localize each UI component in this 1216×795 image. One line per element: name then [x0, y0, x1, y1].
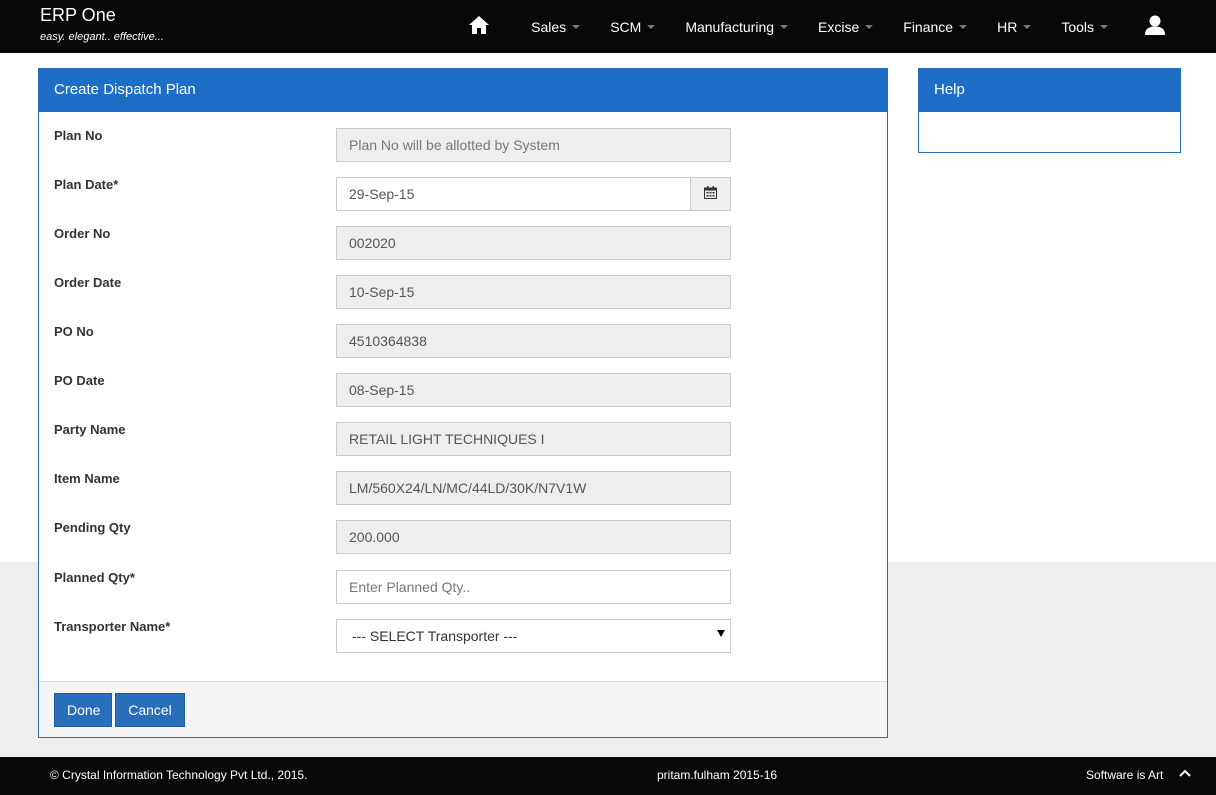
order-no-label: Order No [54, 226, 111, 241]
po-date-label: PO Date [54, 373, 105, 388]
nav-excise[interactable]: Excise [803, 0, 888, 53]
caret-down-icon [647, 24, 656, 29]
caret-down-icon [1100, 24, 1108, 29]
page-footer: © Crystal Information Technology Pvt Ltd… [0, 757, 1216, 795]
nav-tools-label: Tools [1061, 18, 1094, 35]
caret-down-icon [865, 24, 874, 29]
help-panel: Help [918, 68, 1181, 153]
row-pending-qty: Pending Qty [39, 520, 887, 554]
nav-home[interactable] [464, 0, 494, 53]
nav-finance[interactable]: Finance [888, 0, 982, 53]
row-party-name: Party Name [39, 422, 887, 456]
nav-sales-label: Sales [531, 18, 567, 35]
pending-qty-input [336, 520, 731, 554]
planned-qty-input[interactable] [336, 570, 731, 604]
row-order-no: Order No [39, 226, 887, 260]
row-order-date: Order Date [39, 275, 887, 309]
pending-qty-label: Pending Qty [54, 520, 131, 535]
user-icon [1144, 14, 1166, 39]
row-item-name: Item Name [39, 471, 887, 505]
cancel-button[interactable]: Cancel [115, 693, 185, 727]
done-button[interactable]: Done [54, 693, 112, 727]
order-date-label: Order Date [54, 275, 122, 290]
dispatch-plan-panel: Create Dispatch Plan Plan No Plan Date* [38, 68, 888, 738]
po-no-input [336, 324, 731, 358]
footer-slogan: Software is Art [1086, 768, 1164, 782]
nav-manufacturing-label: Manufacturing [685, 18, 775, 35]
po-date-input [336, 373, 731, 407]
panel-footer: Done Cancel [39, 681, 887, 737]
row-po-date: PO Date [39, 373, 887, 407]
calendar-icon [704, 186, 717, 202]
row-plan-date: Plan Date* [39, 177, 887, 211]
plan-no-label: Plan No [54, 128, 103, 143]
top-navbar: ERP One easy. elegant.. effective... Sal… [0, 0, 1216, 53]
plan-no-input [336, 128, 731, 162]
app-tagline: easy. elegant.. effective... [40, 31, 164, 43]
order-date-input [336, 275, 731, 309]
caret-down-icon [1023, 24, 1032, 29]
nav-excise-label: Excise [818, 18, 860, 35]
footer-user: pritam.fulham 2015-16 [657, 768, 778, 782]
nav-hr-label: HR [997, 18, 1018, 35]
footer-copyright: © Crystal Information Technology Pvt Ltd… [50, 768, 308, 782]
order-no-input [336, 226, 731, 260]
caret-down-icon [780, 24, 789, 29]
panel-title: Create Dispatch Plan [39, 69, 887, 112]
party-name-label: Party Name [54, 422, 126, 437]
brand[interactable]: ERP One easy. elegant.. effective... [40, 5, 164, 43]
caret-down-icon [959, 24, 968, 29]
row-transporter: Transporter Name* --- SELECT Transporter… [39, 619, 887, 653]
item-name-label: Item Name [54, 471, 120, 486]
main-nav: Sales SCM Manufacturing Excise Finance H… [464, 0, 1216, 53]
nav-hr[interactable]: HR [982, 0, 1046, 53]
nav-scm-label: SCM [610, 18, 642, 35]
home-icon [468, 15, 490, 38]
nav-manufacturing[interactable]: Manufacturing [670, 0, 803, 53]
help-title: Help [919, 69, 1180, 112]
planned-qty-label: Planned Qty* [54, 570, 135, 585]
item-name-input [336, 471, 731, 505]
nav-tools[interactable]: Tools [1046, 0, 1123, 53]
row-plan-no: Plan No [39, 128, 887, 162]
nav-user-menu[interactable] [1135, 0, 1175, 53]
transporter-label: Transporter Name* [54, 619, 171, 634]
plan-date-label: Plan Date* [54, 177, 119, 192]
calendar-button[interactable] [690, 177, 731, 211]
nav-sales[interactable]: Sales [516, 0, 595, 53]
nav-scm[interactable]: SCM [595, 0, 670, 53]
po-no-label: PO No [54, 324, 94, 339]
nav-finance-label: Finance [903, 18, 954, 35]
transporter-select[interactable]: --- SELECT Transporter --- [336, 619, 731, 653]
row-po-no: PO No [39, 324, 887, 358]
app-name: ERP One [40, 5, 116, 25]
chevron-up-icon[interactable] [1178, 766, 1192, 780]
party-name-input [336, 422, 731, 456]
row-planned-qty: Planned Qty* [39, 570, 887, 604]
caret-down-icon [572, 24, 581, 29]
plan-date-input[interactable] [336, 177, 691, 211]
